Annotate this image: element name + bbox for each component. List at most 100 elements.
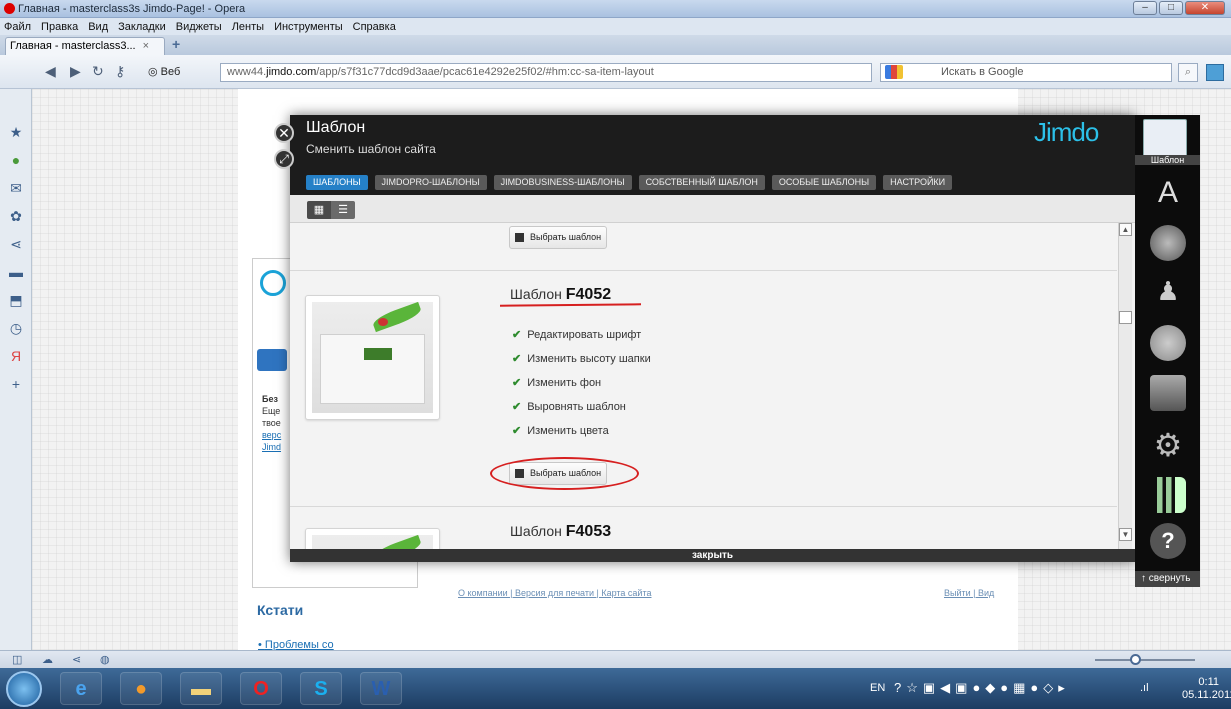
explorer-icon[interactable]: ▬ [180,672,222,705]
yandex-icon[interactable]: Я [8,348,24,364]
tab-special-templates[interactable]: Особые шаблоны [771,175,877,190]
template-list: Выбрать шаблон Шаблон F4052 ✔ Редактирова… [290,223,1135,549]
site-logo-fragment [260,270,286,296]
panel-toggle-icon[interactable] [1206,64,1224,81]
grid-view-icon[interactable]: ▦ [307,201,331,219]
gear-icon[interactable]: ⚙ [1150,427,1186,463]
new-tab-button[interactable]: + [172,37,190,52]
collapse-button[interactable]: ↑ свернуть [1135,571,1200,587]
menu-help[interactable]: Справка [353,21,396,33]
template-preview[interactable] [305,528,440,549]
search-icon[interactable]: ⌕ [1178,63,1198,82]
side-panel: ★ ● ✉ ✿ ⋖ ▬ ⬒ ◷ Я + [0,89,32,701]
web-security-button[interactable]: ◎ Веб [148,64,208,81]
opera-icon [4,3,15,14]
feature-label: Выровнять шаблон [527,401,626,413]
unite-icon[interactable]: ⋖ [8,236,24,252]
template-dialog: ✕ ⤢ Шаблон Сменить шаблон сайта Jimdo Ша… [274,115,1135,562]
select-template-button[interactable]: Выбрать шаблон [509,226,608,249]
site-link-fragment[interactable]: верс [262,430,281,440]
scroll-up-button[interactable]: ▲ [1119,223,1132,236]
opera-taskbar-icon[interactable]: O [240,672,282,705]
close-dialog-button[interactable]: закрыть [290,549,1135,562]
scroll-down-button[interactable]: ▼ [1119,528,1132,541]
menu-widgets[interactable]: Виджеты [176,21,222,33]
site-link-fragment[interactable]: Jimd [262,442,281,452]
reload-icon[interactable]: ↻ [92,64,104,78]
zoom-slider[interactable] [1095,659,1195,661]
scroll-thumb[interactable] [1119,311,1132,324]
add-panel-icon[interactable]: + [8,376,24,392]
help-icon[interactable]: ? [1150,523,1186,559]
panel-icon[interactable]: ◫ [12,653,22,666]
bookmarks-icon[interactable]: ★ [8,124,24,140]
feature-item: ✔ Редактировать шрифт [512,328,641,341]
turbo-icon[interactable]: ◍ [100,653,110,666]
font-style-icon[interactable]: A [1150,175,1186,211]
tab-main[interactable]: Главная - masterclass3... × [5,37,165,55]
google-icon[interactable] [885,65,903,79]
ie-icon[interactable]: e [60,672,102,705]
unite-status-icon[interactable]: ⋖ [72,653,81,666]
users-icon[interactable]: ♟ [1150,273,1186,309]
menu-tools[interactable]: Инструменты [274,21,343,33]
tab-jimdopro-templates[interactable]: JimdoPro-шаблоны [374,175,487,190]
help-icon[interactable]: ⤢ [274,149,294,169]
footer-links[interactable]: О компании | Версия для печати | Карта с… [458,588,651,598]
key-icon[interactable]: ⚷ [115,64,125,78]
check-icon: ✔ [512,401,522,413]
check-icon: ✔ [512,329,522,341]
start-button[interactable] [6,671,42,707]
template-code: F4052 [565,286,612,303]
notes-icon[interactable]: ▬ [8,264,24,280]
tab-close-icon[interactable]: × [143,40,149,52]
sidebar-heading: Кстати [257,602,304,618]
widgets-icon[interactable]: ● [8,152,24,168]
chat-icon[interactable] [1150,325,1186,361]
minimize-button[interactable]: – [1133,1,1157,15]
list-view-icon[interactable]: ☰ [331,201,355,219]
template-label: Шаблон [1135,155,1200,165]
select-template-label: Выбрать шаблон [530,232,602,242]
site-button-fragment[interactable] [257,349,287,371]
settings-icon[interactable]: ✿ [8,208,24,224]
maximize-button[interactable]: □ [1159,1,1183,15]
system-tray: EN ?☆▣◀▣●◆●▦●◇▸ .ıl 0:11 05.11.2011 [850,672,1231,705]
template-preview[interactable] [305,295,440,420]
megaphone-icon[interactable] [1150,225,1186,261]
firefox-icon[interactable]: ● [120,672,162,705]
tab-jimdobusiness-templates[interactable]: JimdoBusiness-шаблоны [493,175,632,190]
sync-icon[interactable]: ☁ [42,653,53,666]
collapse-label: свернуть [1148,573,1191,584]
tab-own-template[interactable]: Собственный шаблон [638,175,765,190]
url-input[interactable]: www44.jimdo.com/app/s7f31c77dcd9d3aae/pc… [220,63,872,82]
store-box-icon[interactable] [1150,375,1186,411]
menu-view[interactable]: Вид [88,21,108,33]
tray-icons[interactable]: ?☆▣◀▣●◆●▦●◇▸ [894,680,1070,696]
downloads-icon[interactable]: ⬒ [8,292,24,308]
footer-right-links[interactable]: Выйти | Вид [944,588,994,598]
zoom-knob[interactable] [1130,654,1141,665]
skype-icon[interactable]: S [300,672,342,705]
menu-edit[interactable]: Правка [41,21,78,33]
back-icon[interactable]: ◀ [45,64,56,78]
forward-icon[interactable]: ▶ [70,64,81,78]
clock[interactable]: 0:11 05.11.2011 [1182,676,1231,702]
statistics-icon[interactable] [1150,477,1186,513]
signal-icon[interactable]: .ıl [1140,682,1149,694]
menu-bookmarks[interactable]: Закладки [118,21,166,33]
language-indicator[interactable]: EN [870,682,885,694]
search-input[interactable]: Искать в Google [880,63,1172,82]
scrollbar[interactable]: ▲ ▼ [1118,223,1132,549]
history-icon[interactable]: ◷ [8,320,24,336]
close-icon[interactable]: ✕ [274,123,294,143]
close-window-button[interactable]: ✕ [1185,1,1225,15]
word-icon[interactable]: W [360,672,402,705]
tab-settings[interactable]: Настройки [883,175,953,190]
tab-templates[interactable]: Шаблоны [306,175,368,190]
window-controls: – □ ✕ [1131,1,1225,15]
menu-file[interactable]: Файл [4,21,31,33]
menu-feeds[interactable]: Ленты [232,21,264,33]
mail-icon[interactable]: ✉ [8,180,24,196]
jimdo-admin-bar: Шаблон A ♟ ⚙ ? ↑ свернуть [1135,115,1200,587]
